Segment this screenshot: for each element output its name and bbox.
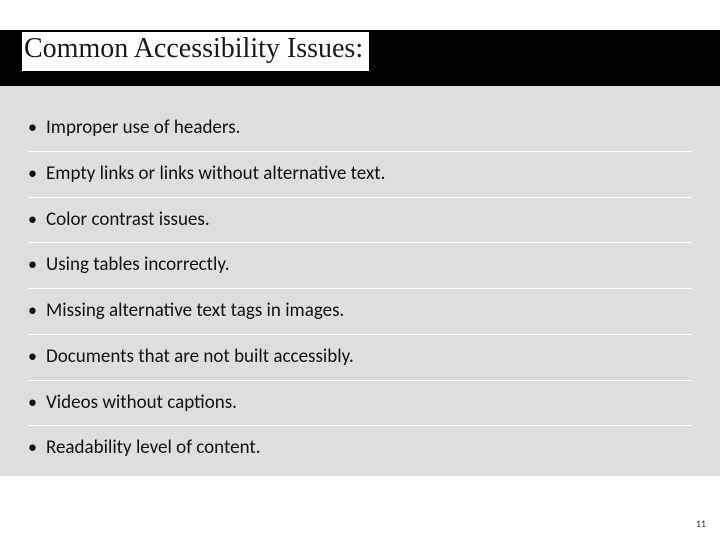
list-item-text: Readability level of content. (46, 436, 261, 460)
bullet-icon: • (28, 116, 46, 139)
list-item: • Empty links or links without alternati… (28, 152, 692, 198)
list-item: • Documents that are not built accessibl… (28, 335, 692, 381)
bullet-icon: • (28, 391, 46, 414)
bullet-icon: • (28, 345, 46, 368)
bullet-icon: • (28, 162, 46, 185)
bullet-list: • Improper use of headers. • Empty links… (28, 106, 692, 471)
list-item-text: Using tables incorrectly. (46, 253, 230, 277)
list-item: • Improper use of headers. (28, 106, 692, 152)
page-number: 11 (696, 517, 706, 530)
list-item-text: Color contrast issues. (46, 208, 210, 232)
bullet-icon: • (28, 208, 46, 231)
slide-title: Common Accessibility Issues: (22, 32, 369, 71)
list-item-text: Missing alternative text tags in images. (46, 299, 344, 323)
list-item: • Using tables incorrectly. (28, 243, 692, 289)
content-panel: • Improper use of headers. • Empty links… (0, 86, 720, 476)
bullet-icon: • (28, 436, 46, 459)
slide: Common Accessibility Issues: • Improper … (0, 0, 720, 540)
list-item: • Videos without captions. (28, 381, 692, 427)
bullet-icon: • (28, 299, 46, 322)
list-item: • Readability level of content. (28, 426, 692, 471)
list-item: • Missing alternative text tags in image… (28, 289, 692, 335)
list-item-text: Videos without captions. (46, 391, 237, 415)
list-item-text: Empty links or links without alternative… (46, 162, 385, 186)
list-item-text: Improper use of headers. (46, 116, 240, 140)
list-item-text: Documents that are not built accessibly. (46, 345, 354, 369)
list-item: • Color contrast issues. (28, 198, 692, 244)
bullet-icon: • (28, 253, 46, 276)
